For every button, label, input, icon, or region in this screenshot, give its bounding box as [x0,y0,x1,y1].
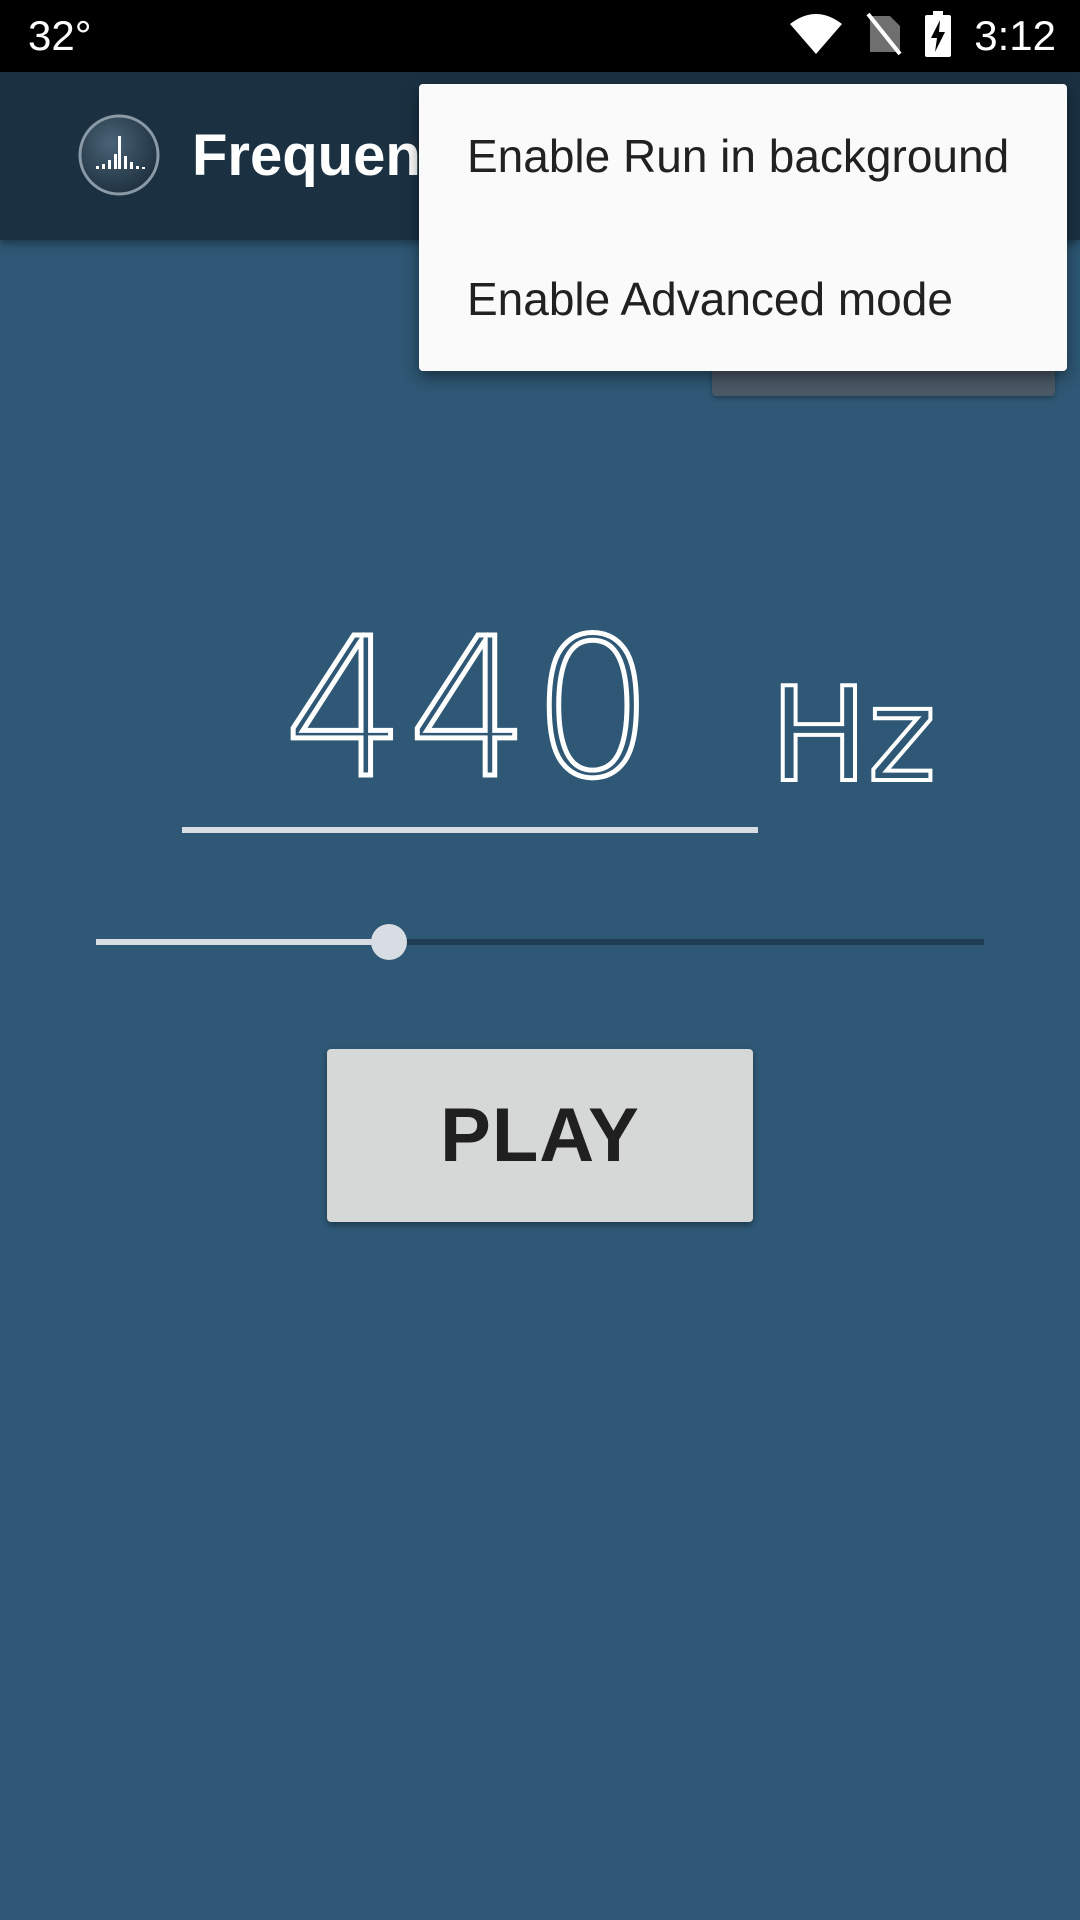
status-icons: 3:12 [788,0,1056,72]
frequency-slider[interactable] [96,920,984,964]
slider-fill [96,939,389,945]
frequency-unit: Hz [768,658,938,812]
menu-item-run-in-background[interactable]: Enable Run in background [419,84,1067,228]
frequency-input-underline [182,827,758,833]
status-time: 3:12 [974,12,1056,59]
wifi-icon [788,12,844,61]
status-bar: 32° 3:12 [0,0,1080,72]
battery-charging-icon [924,10,952,62]
menu-item-advanced-mode[interactable]: Enable Advanced mode [419,227,1067,371]
equalizer-logo-icon [78,114,160,196]
status-temperature: 32° [28,12,92,59]
frequency-value[interactable]: 440 [200,597,740,822]
slider-thumb[interactable] [371,924,407,960]
no-sim-icon [866,12,902,61]
overflow-popup-menu: Enable Run in background Enable Advanced… [419,84,1067,371]
play-button[interactable]: PLAY [327,1049,753,1222]
